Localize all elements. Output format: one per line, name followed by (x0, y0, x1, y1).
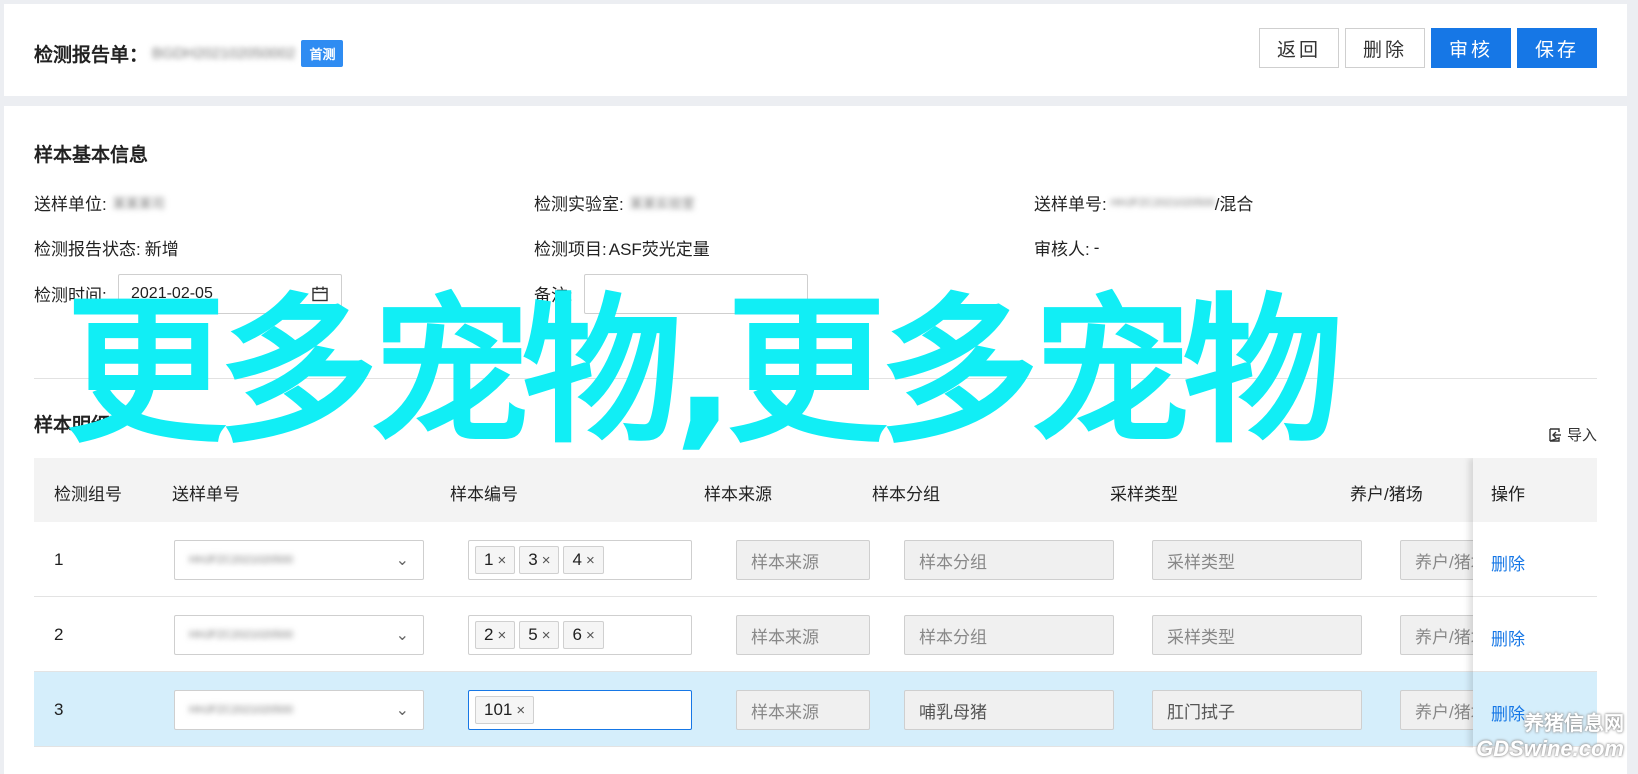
sample-tag: 4 × (563, 546, 604, 574)
sample-order-field: 送样单号: HHJFZC2021020500 /混合 (1034, 190, 1253, 215)
group-number: 2 (54, 625, 64, 644)
sample-tag: 5 × (519, 621, 560, 649)
close-icon[interactable]: × (497, 627, 506, 644)
order-select[interactable]: HHJFZC2021020500 ⌄ (174, 540, 424, 580)
operation-column: 操作 删除 删除 删除 (1473, 458, 1597, 748)
close-icon[interactable]: × (542, 627, 551, 644)
header-bar: 检测报告单： BGDH202102050002 首测 返回 删除 审核 保存 (4, 4, 1627, 96)
col-sample-group: 样本分组 (872, 485, 940, 504)
test-item-label: 检测项目: (534, 240, 607, 259)
test-item-field: 检测项目: ASF荧光定量 (534, 235, 710, 260)
sample-order-label: 送样单号: (1034, 195, 1107, 214)
sender-unit-field: 送样单位: 某某某司 (34, 190, 165, 215)
sample-type-field: 肛门拭子 (1152, 690, 1362, 730)
group-number: 3 (54, 700, 64, 719)
main-panel: 样本基本信息 送样单位: 某某某司 检测实验室: 某某实验室 送样单号: HHJ… (4, 106, 1627, 774)
table-row: 1 HHJFZC2021020500 ⌄ 1 × 3 × 4 × 样本来源 样本分组 … (34, 522, 1597, 597)
calendar-icon (312, 286, 328, 302)
test-time-value: 2021-02-05 (131, 285, 213, 302)
col-order-no: 送样单号 (172, 485, 240, 504)
close-icon[interactable]: × (542, 552, 551, 569)
save-button[interactable]: 保存 (1517, 28, 1597, 68)
row-delete-link[interactable]: 删除 (1473, 522, 1597, 597)
report-status-label: 检测报告状态: (34, 240, 141, 259)
table-row: 2 HHJFZC2021020500 ⌄ 2 × 5 × 6 × 样本来源 样本分组 … (34, 597, 1597, 672)
lab-value: 某某实验室 (629, 196, 695, 211)
basic-info-title: 样本基本信息 (34, 145, 149, 166)
remark-input[interactable] (584, 274, 808, 314)
sample-type-field: 采样类型 (1152, 615, 1362, 655)
sample-type-field: 采样类型 (1152, 540, 1362, 580)
sample-group-field: 样本分组 (904, 615, 1114, 655)
col-farm: 养户/猪场 (1350, 485, 1423, 504)
table-row: 3 HHJFZC2021020500 ⌄ 101 × 样本来源 哺乳母猪 肛门拭子… (34, 672, 1597, 747)
status-badge: 首测 (301, 40, 344, 67)
sample-source-field: 样本来源 (736, 540, 870, 580)
chevron-down-icon: ⌄ (395, 627, 409, 644)
sample-source-field: 样本来源 (736, 615, 870, 655)
review-button[interactable]: 审核 (1431, 28, 1511, 68)
row-delete-link[interactable]: 删除 (1473, 597, 1597, 672)
sample-order-suffix: /混合 (1214, 195, 1254, 214)
order-select-value: HHJFZC2021020500 (189, 554, 293, 566)
sample-order-value: HHJFZC2021020500 (1110, 196, 1215, 209)
reviewer-value: - (1093, 237, 1100, 257)
reviewer-label: 审核人: (1034, 240, 1090, 259)
lab-field: 检测实验室: 某某实验室 (534, 190, 695, 215)
sample-tags-input[interactable]: 1 × 3 × 4 × (468, 540, 692, 580)
order-select[interactable]: HHJFZC2021020500 ⌄ (174, 690, 424, 730)
col-sample-type: 采样类型 (1110, 485, 1178, 504)
chevron-down-icon: ⌄ (395, 552, 409, 569)
test-time-input[interactable]: 2021-02-05 (118, 274, 342, 314)
action-buttons: 返回 删除 审核 保存 (1259, 28, 1597, 68)
import-button[interactable]: 导入 (1547, 424, 1597, 445)
detail-title: 样本明细 (34, 415, 111, 436)
report-status-field: 检测报告状态: 新增 (34, 235, 179, 260)
chevron-down-icon: ⌄ (395, 702, 409, 719)
order-select-value: HHJFZC2021020500 (189, 629, 293, 641)
sample-tags-input[interactable]: 2 × 5 × 6 × (468, 615, 692, 655)
import-icon (1549, 427, 1561, 442)
sample-tag: 1 × (475, 546, 516, 574)
import-label: 导入 (1566, 427, 1597, 444)
close-icon[interactable]: × (497, 552, 506, 569)
reviewer-field: 审核人: - (1034, 235, 1099, 260)
row-delete-link[interactable]: 删除 (1473, 672, 1597, 747)
sample-tag: 2 × (475, 621, 516, 649)
col-sample-no: 样本编号 (450, 485, 518, 504)
order-select[interactable]: HHJFZC2021020500 ⌄ (174, 615, 424, 655)
section-divider (34, 378, 1597, 379)
title-group: 检测报告单： BGDH202102050002 首测 (34, 40, 344, 67)
test-item-value: ASF荧光定量 (608, 240, 710, 259)
group-number: 1 (54, 550, 64, 569)
col-sample-source: 样本来源 (704, 485, 772, 504)
order-select-value: HHJFZC2021020500 (189, 704, 293, 716)
lab-label: 检测实验室: (534, 195, 624, 214)
remark-label: 备注: (534, 286, 573, 305)
sample-group-field: 哺乳母猪 (904, 690, 1114, 730)
sample-detail-table: 检测组号 送样单号 样本编号 样本来源 样本分组 采样类型 养户/猪场 1 HH… (34, 458, 1597, 748)
sample-tag: 101 × (475, 696, 535, 724)
report-id: BGDH202102050002 (152, 45, 296, 62)
op-header: 操作 (1473, 458, 1597, 522)
page-title: 检测报告单： (34, 45, 149, 66)
sender-unit-label: 送样单位: (34, 195, 107, 214)
close-icon[interactable]: × (586, 552, 595, 569)
back-button[interactable]: 返回 (1259, 28, 1339, 68)
sender-unit-value: 某某某司 (112, 196, 165, 211)
sample-tag: 6 × (563, 621, 604, 649)
close-icon[interactable]: × (586, 627, 595, 644)
sample-source-field: 样本来源 (736, 690, 870, 730)
table-header: 检测组号 送样单号 样本编号 样本来源 样本分组 采样类型 养户/猪场 (34, 458, 1597, 522)
sample-group-field: 样本分组 (904, 540, 1114, 580)
sample-tag: 3 × (519, 546, 560, 574)
col-group-no: 检测组号 (54, 485, 122, 504)
delete-button[interactable]: 删除 (1345, 28, 1425, 68)
report-status-value: 新增 (144, 240, 179, 259)
test-time-label: 检测时间: (34, 286, 107, 305)
sample-tags-input[interactable]: 101 × (468, 690, 692, 730)
close-icon[interactable]: × (516, 702, 525, 719)
